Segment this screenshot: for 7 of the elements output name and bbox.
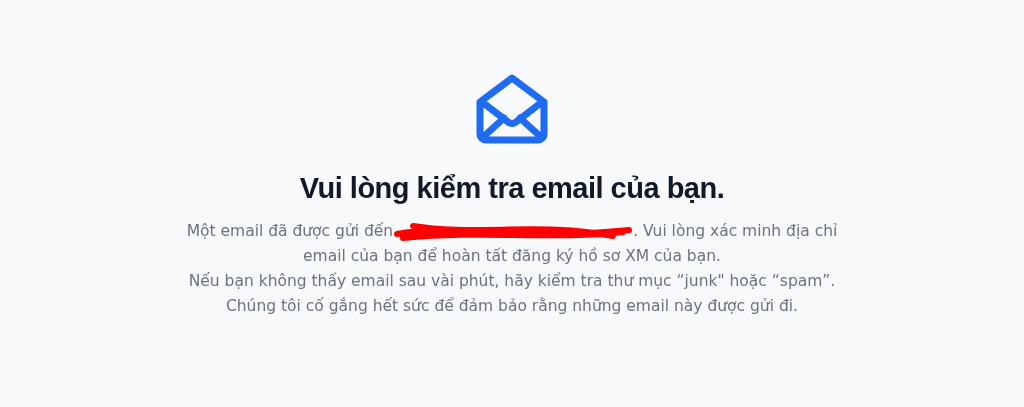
message-text: Một email đã được gửi đến <box>186 221 394 242</box>
envelope-icon <box>474 72 550 146</box>
message-text: Nếu bạn không thấy email sau vài phút, hãy kiểm tra thư mục “junk" hoặc “spam”. <box>188 271 836 292</box>
message-text: email của bạn để hoàn tất đăng ký hồ sơ XM của bạn. <box>303 246 721 267</box>
heading: Vui lòng kiểm tra email của bạn. <box>299 172 725 205</box>
message-text: . Vui lòng xác minh địa chỉ <box>633 221 838 242</box>
message-text: Chúng tôi cố gắng hết sức để đảm bảo rằng những email này được gửi đi. <box>225 296 798 317</box>
